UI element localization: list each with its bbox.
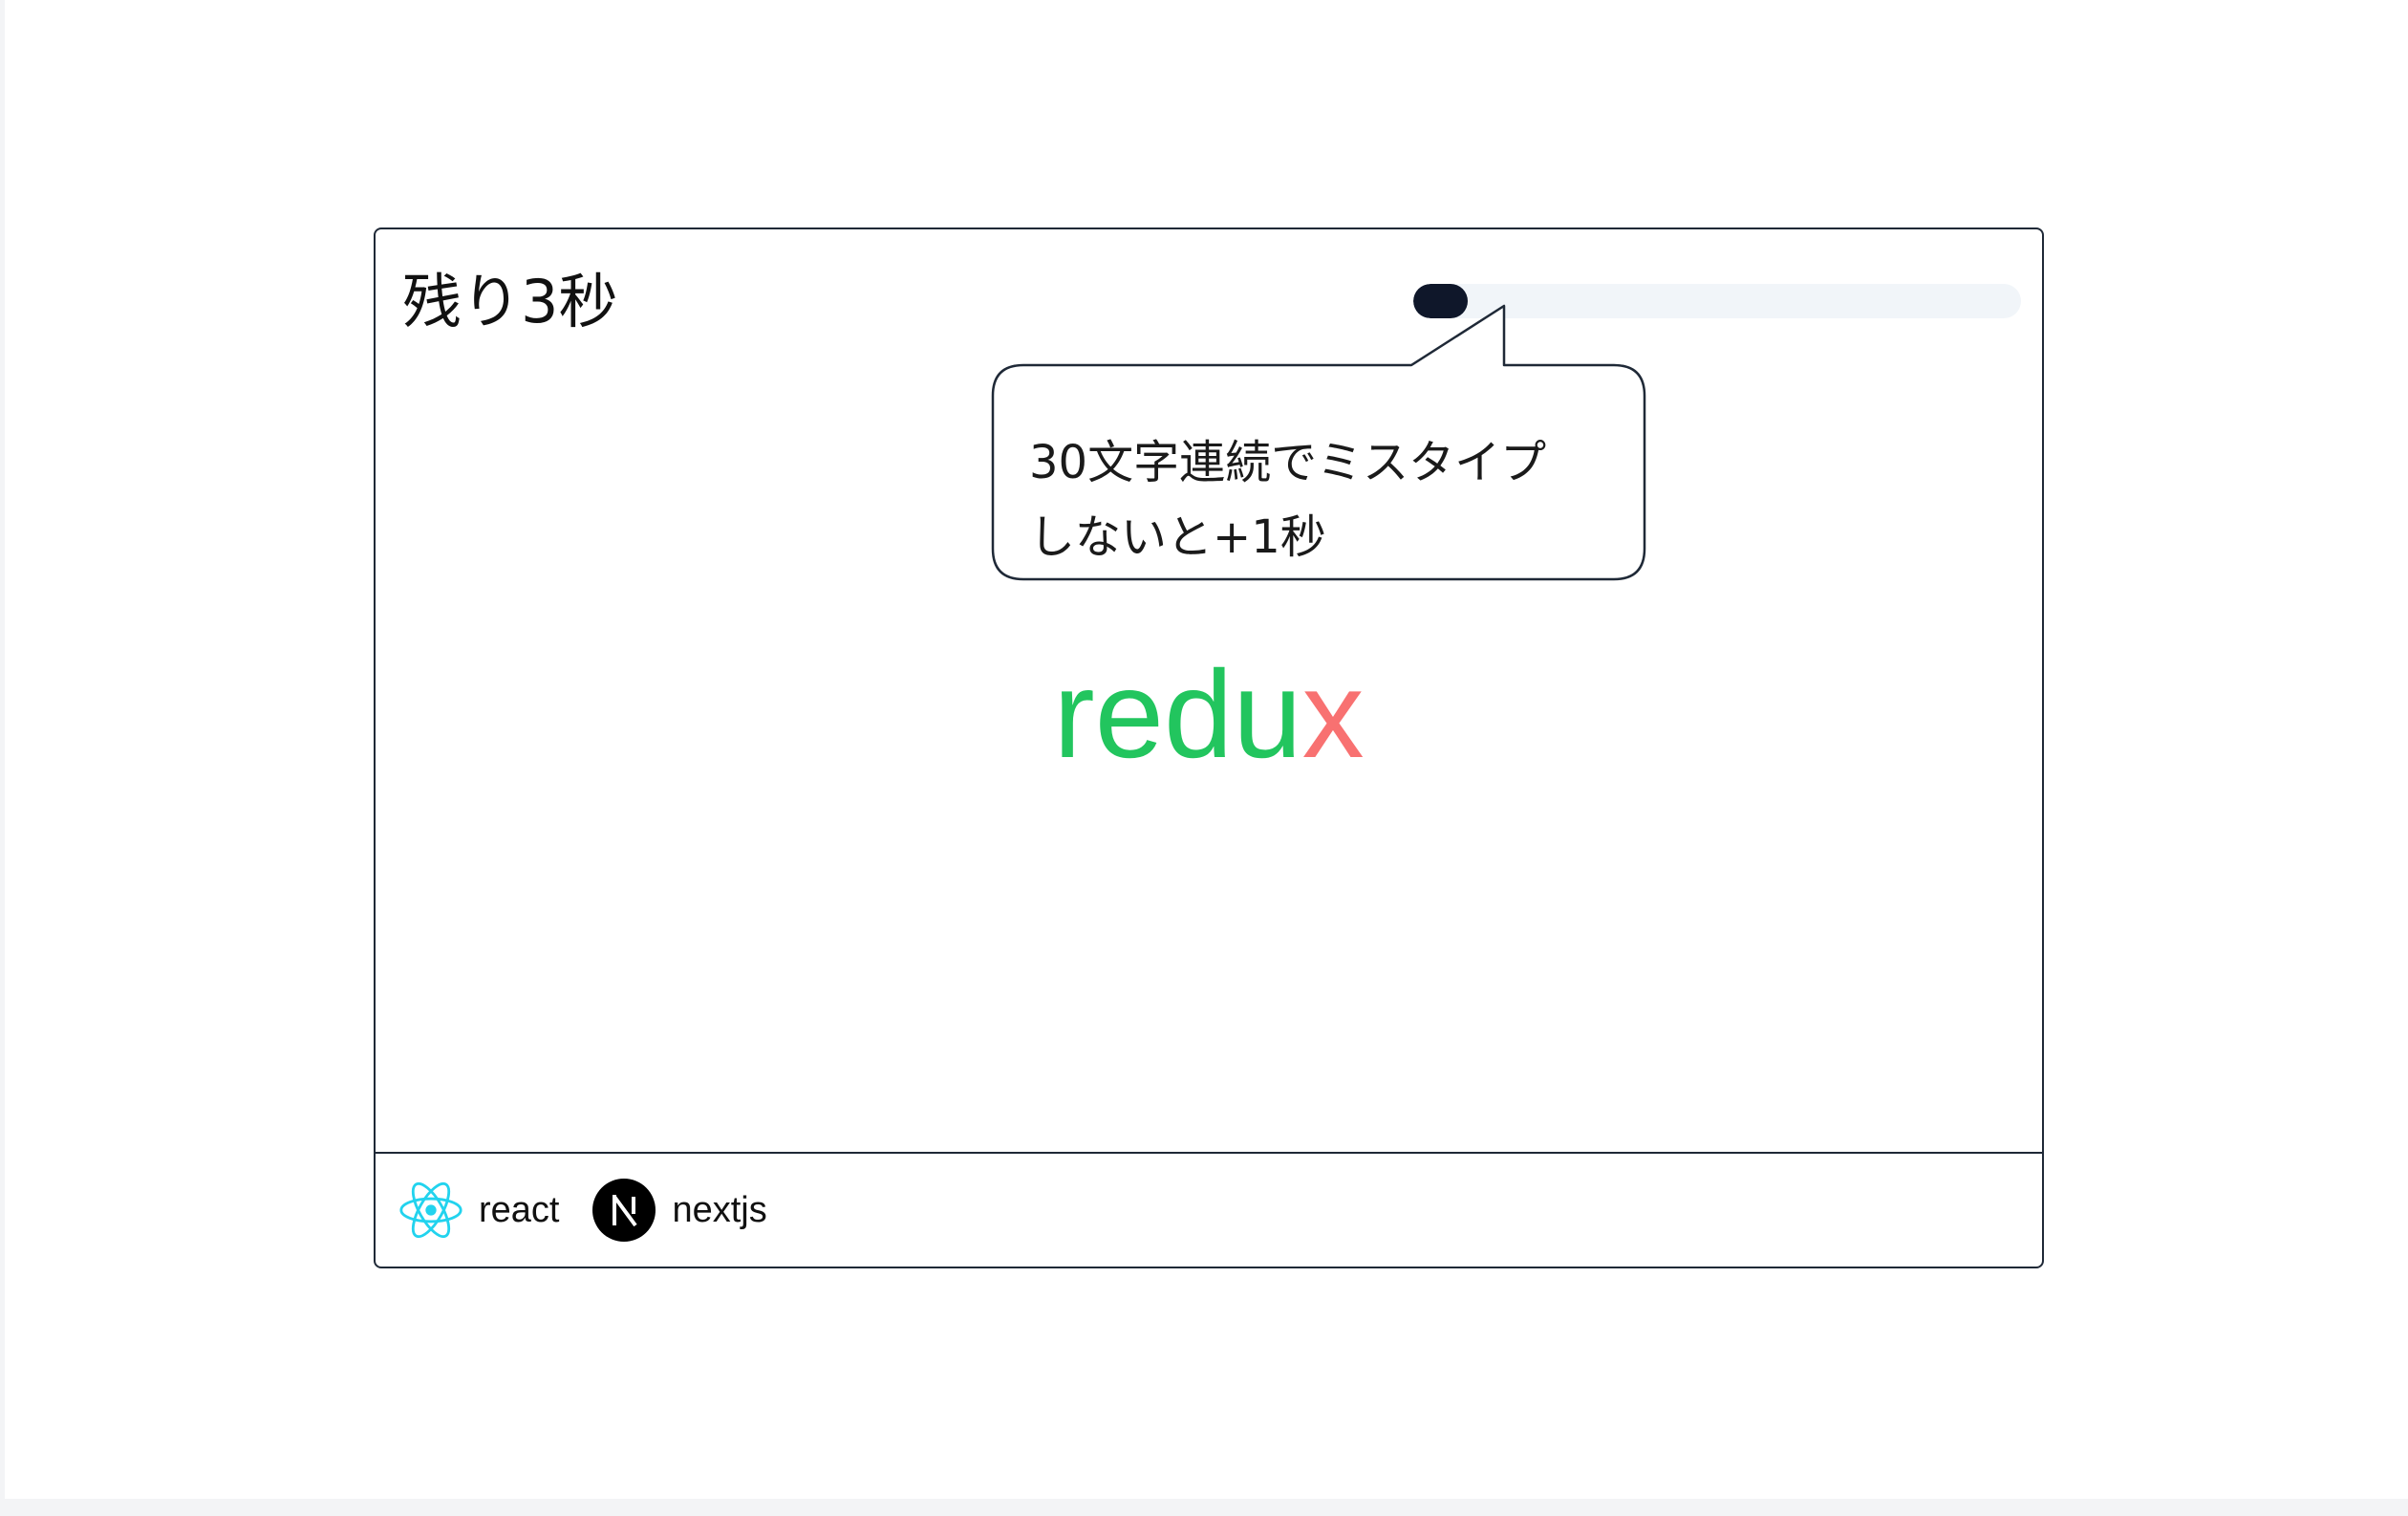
tag-react[interactable]: react	[398, 1178, 559, 1243]
tag-footer: react nextjs	[376, 1152, 2042, 1267]
nextjs-icon	[592, 1179, 656, 1242]
remaining-characters: x	[1301, 644, 1365, 784]
tag-nextjs[interactable]: nextjs	[591, 1178, 767, 1243]
hint-line-1: 30文字連続でミスタイプ	[1029, 436, 1547, 489]
hint-text: 30文字連続でミスタイプ しないと+1秒	[1029, 425, 1641, 574]
remaining-time: 残り3秒	[402, 267, 618, 336]
time-progress-fill	[1413, 284, 1469, 318]
target-word: redux	[376, 642, 2042, 786]
tag-label: nextjs	[672, 1189, 767, 1230]
tag-label: react	[479, 1189, 560, 1230]
page-background: 残り3秒 30文字連続でミスタイプ しないと+1秒 redux react ne…	[5, 0, 2408, 1499]
react-icon	[399, 1181, 462, 1239]
typed-characters: redu	[1053, 644, 1302, 784]
hint-line-2: しないと+1秒	[1029, 510, 1326, 564]
typing-game-card: 残り3秒 30文字連続でミスタイプ しないと+1秒 redux react ne…	[374, 227, 2044, 1268]
